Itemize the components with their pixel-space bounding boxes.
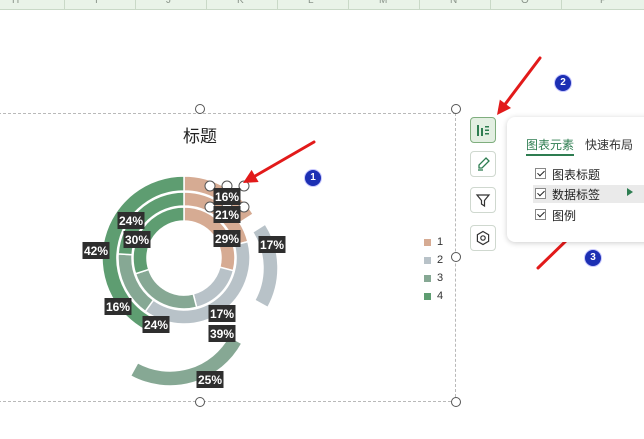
legend-label: 3 [437, 272, 444, 284]
data-label[interactable]: 25% [198, 373, 222, 387]
data-label[interactable]: 39% [210, 327, 234, 341]
filter-icon [475, 194, 491, 208]
data-label[interactable]: 21% [215, 208, 239, 222]
legend-item-4[interactable]: 4 [424, 290, 443, 302]
tab-chart-elements[interactable]: 图表元素 [526, 136, 574, 153]
data-label[interactable]: 29% [215, 232, 239, 246]
legend-item-3[interactable]: 3 [424, 272, 443, 284]
option-chart-title[interactable]: 图表标题 [533, 165, 644, 183]
data-label[interactable]: 24% [119, 214, 143, 228]
checkbox-legend[interactable] [535, 209, 546, 220]
data-label[interactable]: 24% [144, 318, 168, 332]
legend-label: 1 [437, 236, 444, 248]
brush-icon [478, 157, 490, 171]
data-label[interactable]: 16% [215, 190, 239, 204]
data-label[interactable]: 42% [84, 244, 108, 258]
option-legend[interactable]: 图例 [533, 206, 644, 224]
option-label: 数据标签 [552, 188, 601, 202]
chart-style-button[interactable] [470, 151, 496, 177]
chart-elements-button[interactable] [470, 117, 496, 143]
legend-label: 4 [437, 290, 444, 302]
data-label[interactable]: 30% [125, 233, 149, 247]
data-label[interactable]: 16% [106, 300, 130, 314]
arrow-2-shaft [503, 56, 542, 106]
chart-settings-button[interactable] [470, 225, 496, 251]
data-label[interactable]: 17% [260, 238, 284, 252]
checkbox-chart-title[interactable] [535, 168, 546, 179]
outer-ring-segment-3[interactable] [129, 335, 243, 387]
active-tab-indicator [526, 154, 574, 156]
chart-elements-icon [477, 125, 489, 136]
legend-item-1[interactable]: 1 [424, 236, 443, 248]
legend-swatch [424, 274, 431, 282]
legend-swatch [424, 256, 431, 264]
step-badge-2: 2 [554, 74, 572, 92]
legend-swatch [424, 292, 431, 300]
tab-quick-layout[interactable]: 快速布局 [585, 136, 633, 153]
step-badge-1: 1 [304, 169, 322, 187]
chart-elements-panel: 图表元素 快速布局 图表标题 数据标签 图例 [507, 117, 644, 242]
settings-icon [476, 230, 490, 246]
data-label[interactable]: 17% [210, 307, 234, 321]
option-label: 图例 [552, 209, 577, 223]
arrow-1-shaft [253, 140, 316, 178]
legend-label: 2 [437, 254, 444, 266]
legend-swatch [424, 238, 431, 246]
doughnut-rings [101, 175, 279, 387]
chart-filter-button[interactable] [470, 187, 496, 213]
expand-arrow-icon[interactable] [627, 188, 633, 196]
legend-item-2[interactable]: 2 [424, 254, 443, 266]
step-badge-3: 3 [584, 249, 602, 267]
option-label: 图表标题 [552, 168, 601, 182]
arrow-2-head [497, 99, 512, 115]
checkbox-data-labels[interactable] [535, 188, 546, 199]
